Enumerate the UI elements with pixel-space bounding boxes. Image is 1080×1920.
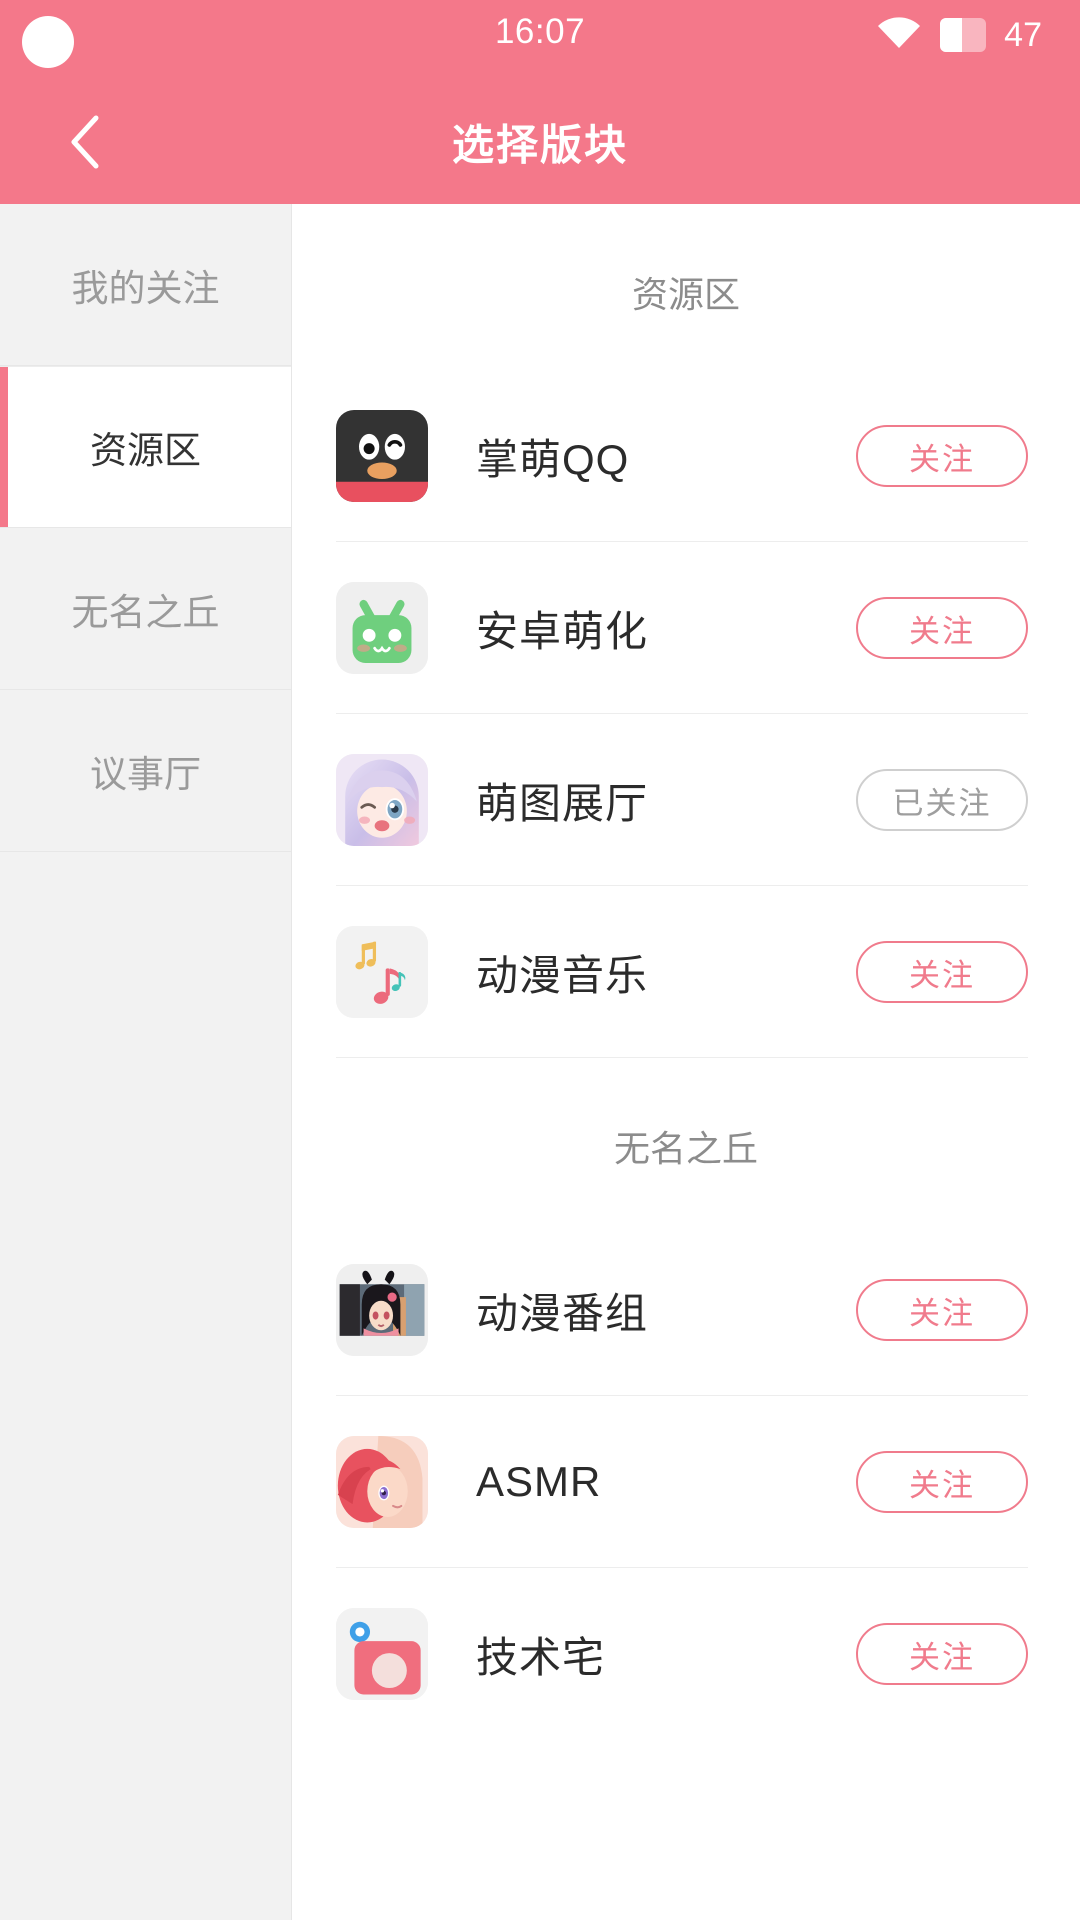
list-item[interactable]: 动漫番组 关注 (292, 1224, 1080, 1396)
board-name: ASMR (476, 1458, 602, 1505)
status-bar: 16:07 47 (0, 0, 1080, 80)
list-item[interactable]: 萌图展厅 已关注 (292, 714, 1080, 886)
follow-button[interactable]: 关注 (856, 1279, 1028, 1341)
battery-icon (940, 17, 987, 52)
camera-icon (336, 1608, 428, 1700)
list-item[interactable]: 安卓萌化 关注 (292, 542, 1080, 714)
board-name: 动漫番组 (476, 1289, 649, 1337)
list-item[interactable]: 动漫音乐 关注 (292, 886, 1080, 1058)
anime-girl-icon (336, 754, 428, 846)
sidebar-item-label: 我的关注 (71, 267, 220, 309)
board-name: 技术宅 (476, 1633, 606, 1681)
sidebar-item-resource-zone[interactable]: 资源区 (0, 366, 291, 528)
battery-percent: 47 (1004, 15, 1042, 54)
list-item[interactable]: 技术宅 关注 (292, 1568, 1080, 1740)
content-area: 我的关注 资源区 无名之丘 议事厅 资源区 掌萌QQ 关注 安卓萌化 关注 萌图… (0, 204, 1080, 1920)
android-robot-icon (336, 582, 428, 674)
wifi-icon (876, 14, 922, 55)
sidebar-item-label: 无名之丘 (71, 591, 220, 633)
status-indicators: 47 (876, 14, 1042, 55)
board-list[interactable]: 资源区 掌萌QQ 关注 安卓萌化 关注 萌图展厅 已关注 动漫音乐 关注 无名之… (292, 204, 1080, 1920)
follow-button[interactable]: 关注 (856, 597, 1028, 659)
follow-button[interactable]: 关注 (856, 941, 1028, 1003)
follow-button[interactable]: 关注 (856, 425, 1028, 487)
board-name: 安卓萌化 (476, 607, 649, 655)
music-notes-icon (336, 926, 428, 1018)
app-header: 16:07 47 选择版块 (0, 0, 1080, 204)
list-item[interactable]: 掌萌QQ 关注 (292, 370, 1080, 542)
sidebar-item-label: 议事厅 (90, 753, 201, 795)
sidebar-item-label: 资源区 (90, 430, 201, 471)
follow-button[interactable]: 已关注 (856, 769, 1028, 831)
follow-button[interactable]: 关注 (856, 1451, 1028, 1513)
page-title: 选择版块 (451, 121, 628, 169)
section-header: 资源区 (631, 274, 740, 315)
list-item[interactable]: ASMR 关注 (292, 1396, 1080, 1568)
board-name: 动漫音乐 (476, 951, 649, 999)
sidebar-item-nameless-hill[interactable]: 无名之丘 (0, 528, 291, 690)
sidebar: 我的关注 资源区 无名之丘 议事厅 (0, 204, 292, 1920)
board-name: 萌图展厅 (476, 779, 649, 827)
title-bar: 选择版块 (0, 80, 1080, 204)
section-header: 无名之丘 (613, 1128, 758, 1169)
sidebar-item-my-follows[interactable]: 我的关注 (0, 204, 291, 366)
red-hair-girl-icon (336, 1436, 428, 1528)
follow-button[interactable]: 关注 (856, 1623, 1028, 1685)
anime-tv-icon (336, 1264, 428, 1356)
sidebar-item-council-hall[interactable]: 议事厅 (0, 690, 291, 852)
qq-penguin-icon (336, 410, 428, 502)
app-screen: 16:07 47 选择版块 我的关注 资源区 无名之丘 议事厅 资源区 掌萌QQ… (0, 0, 1080, 1920)
board-name: 掌萌QQ (476, 435, 630, 483)
